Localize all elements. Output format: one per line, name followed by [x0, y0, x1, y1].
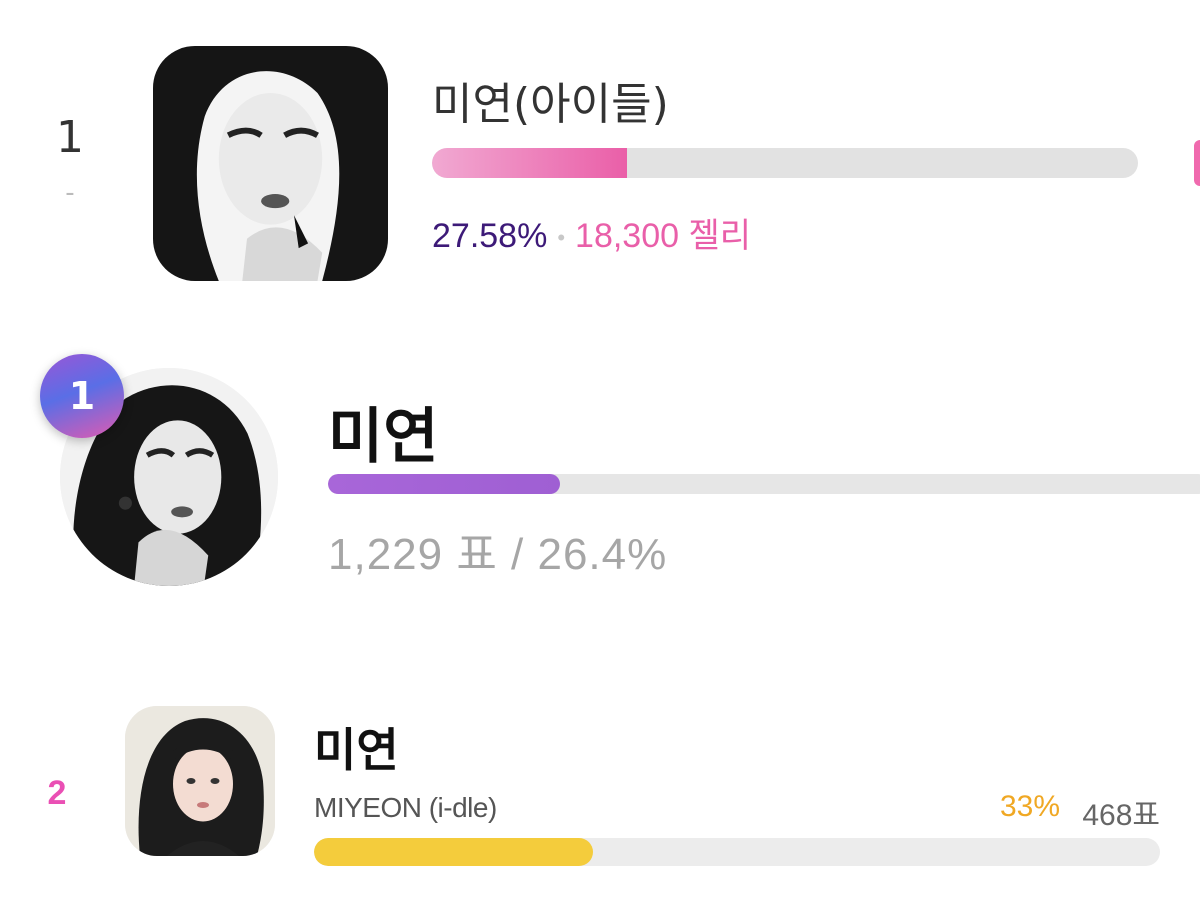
ranking-card-1[interactable]: 1 - 미연(아이들) 27.58% • 18,300 젤리: [0, 0, 1200, 300]
jelly-count: 18,300 젤리: [575, 217, 752, 255]
avatar[interactable]: [125, 706, 275, 856]
candidate-name: 미연(아이들): [432, 79, 669, 130]
rank-number: 2: [47, 774, 67, 812]
rank-number: 1: [56, 112, 84, 163]
portrait-image: [125, 706, 275, 856]
vote-progress-bar: [432, 148, 1138, 178]
candidate-name: 미연: [314, 723, 399, 777]
candidate-english-name: MIYEON (i-dle): [314, 792, 497, 823]
rank-change-indicator: -: [65, 178, 75, 208]
candidate-name: 미연: [328, 402, 439, 472]
vote-stats: 27.58% • 18,300 젤리: [432, 208, 751, 257]
vote-progress-fill: [314, 838, 594, 866]
portrait-image: [153, 46, 388, 281]
vote-progress-fill: [328, 474, 561, 494]
vote-percent: 27.58%: [432, 217, 548, 255]
rank-badge: 1: [40, 354, 124, 438]
vote-stats: 1,229 표 / 26.4%: [328, 530, 668, 579]
stats-separator: •: [557, 225, 566, 251]
vote-percent: 33%: [999, 790, 1060, 823]
ranking-card-2[interactable]: 1 미연 1,229 표 / 26.4%: [0, 340, 1200, 610]
vote-count: 468표: [1082, 799, 1160, 832]
next-card-edge: [1194, 140, 1200, 186]
ranking-card-3[interactable]: 2 미연 MIYEON (i-dle) 33% 468표: [0, 690, 1200, 890]
avatar[interactable]: [153, 46, 388, 281]
vote-progress-bar: [314, 838, 1160, 866]
vote-progress-fill: [432, 148, 627, 178]
vote-progress-bar: [328, 474, 1200, 494]
